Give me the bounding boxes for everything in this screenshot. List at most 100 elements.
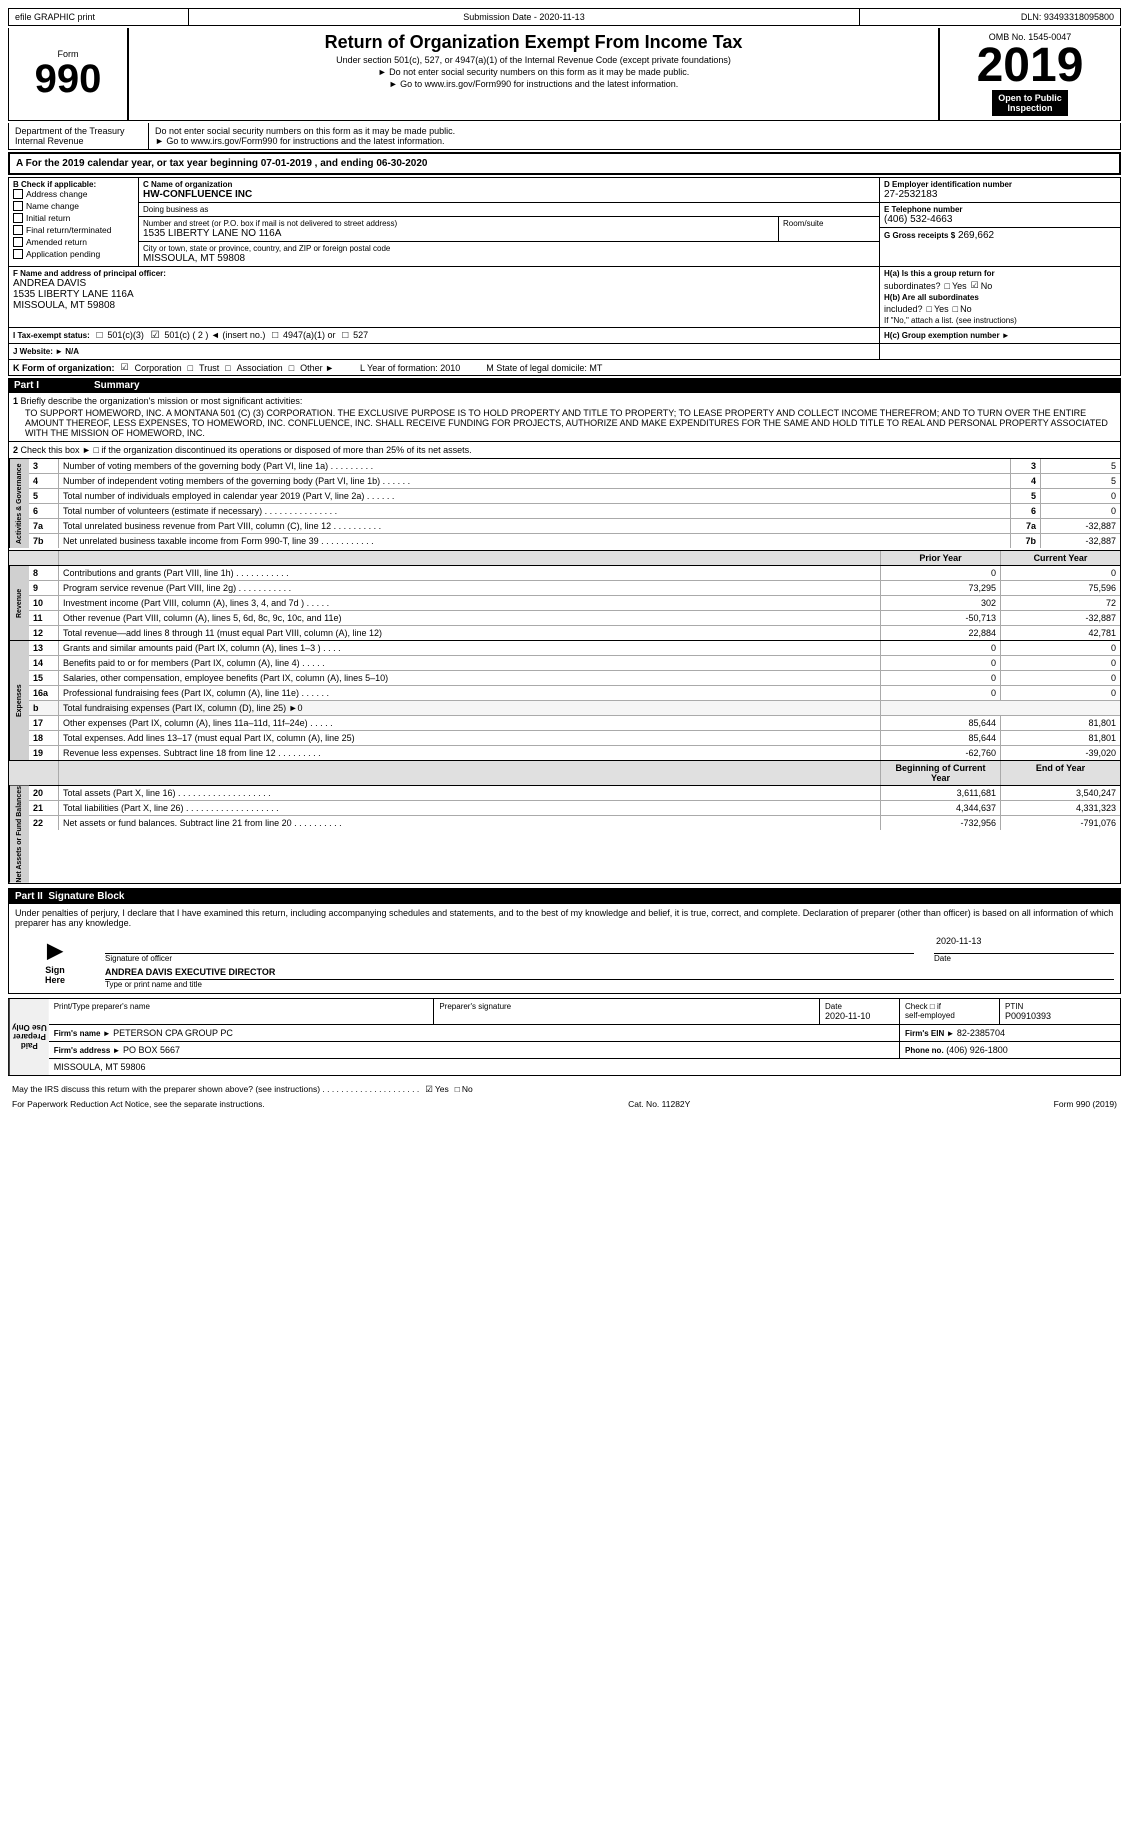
revenue-side-label: Revenue <box>9 566 29 640</box>
line16b-desc: Total fundraising expenses (Part IX, col… <box>59 701 880 715</box>
line12-prior: 22,884 <box>880 626 1000 640</box>
line5-desc: Total number of individuals employed in … <box>59 489 1010 503</box>
line20-desc: Total assets (Part X, line 16) . . . . .… <box>59 786 880 800</box>
line7a-desc: Total unrelated business revenue from Pa… <box>59 519 1010 533</box>
form-number-box: Form 990 <box>9 28 129 120</box>
final-return-check[interactable]: Final return/terminated <box>13 225 134 235</box>
amended-return-check[interactable]: Amended return <box>13 237 134 247</box>
line4-num: 4 <box>29 474 59 488</box>
col-end-header: End of Year <box>1000 761 1120 785</box>
dept-center: Do not enter social security numbers on … <box>149 123 1120 149</box>
street-label: Number and street (or P.O. box if mail i… <box>143 219 774 228</box>
line7a-val: -32,887 <box>1040 519 1120 533</box>
line22-begin: -732,956 <box>880 816 1000 830</box>
sig-line-label: Signature of officer <box>105 954 914 963</box>
dept-label: Department of the Treasury Internal Reve… <box>9 123 149 149</box>
line22-desc: Net assets or fund balances. Subtract li… <box>59 816 880 830</box>
line20-end: 3,540,247 <box>1000 786 1120 800</box>
line11-desc: Other revenue (Part VIII, column (A), li… <box>59 611 880 625</box>
officer-name: ANDREA DAVIS <box>13 278 875 289</box>
dln-label: DLN: 93493318095800 <box>860 9 1120 25</box>
part1-header: Part I Summary <box>8 378 1121 393</box>
main-title: Return of Organization Exempt From Incom… <box>137 32 930 53</box>
application-pending-label: Application pending <box>26 249 100 259</box>
line7a-label: 7a <box>1010 519 1040 533</box>
line6-desc: Total number of volunteers (estimate if … <box>59 504 1010 518</box>
line13-num: 13 <box>29 641 59 655</box>
line3-label: 3 <box>1010 459 1040 473</box>
c-label: C Name of organization <box>143 180 875 189</box>
line9-prior: 73,295 <box>880 581 1000 595</box>
line16b-num: b <box>29 701 59 715</box>
line8-current: 0 <box>1000 566 1120 580</box>
address-change-check[interactable]: Address change <box>13 189 134 199</box>
line4-label: 4 <box>1010 474 1040 488</box>
initial-return-check[interactable]: Initial return <box>13 213 134 223</box>
application-pending-checkbox[interactable] <box>13 249 23 259</box>
i-4947: 4947(a)(1) or <box>283 330 336 340</box>
subtitle3: ► Go to www.irs.gov/Form990 for instruct… <box>137 79 930 89</box>
ha-label: H(a) Is this a group return for <box>884 269 995 278</box>
address-change-checkbox[interactable] <box>13 189 23 199</box>
final-return-checkbox[interactable] <box>13 225 23 235</box>
hb-no: No <box>960 304 972 314</box>
initial-return-checkbox[interactable] <box>13 213 23 223</box>
gross-receipts: 269,662 <box>958 230 994 241</box>
amended-return-checkbox[interactable] <box>13 237 23 247</box>
street-value: 1535 LIBERTY LANE NO 116A <box>143 228 774 239</box>
line20-begin: 3,611,681 <box>880 786 1000 800</box>
initial-return-label: Initial return <box>26 213 70 223</box>
officer-street: 1535 LIBERTY LANE 116A <box>13 289 875 300</box>
line16a-prior: 0 <box>880 686 1000 700</box>
col-current-header: Current Year <box>1000 551 1120 565</box>
line21-begin: 4,344,637 <box>880 801 1000 815</box>
sign-here-label: ▶ Sign Here <box>15 934 95 989</box>
i-501c3: 501(c)(3) <box>107 330 144 340</box>
line1-num: 1 <box>13 396 18 406</box>
line13-current: 0 <box>1000 641 1120 655</box>
i-label: I Tax-exempt status: <box>13 331 90 340</box>
firm-ein-cell: Firm's EIN ► 82-2385704 <box>900 1025 1120 1041</box>
perjury-text: Under penalties of perjury, I declare th… <box>15 908 1114 928</box>
application-pending-check[interactable]: Application pending <box>13 249 134 259</box>
line5-val: 0 <box>1040 489 1120 503</box>
line19-num: 19 <box>29 746 59 760</box>
part2-header: Part II Signature Block <box>9 889 1120 904</box>
preparer-date-value: 2020-11-10 <box>825 1011 894 1021</box>
amended-return-label: Amended return <box>26 237 87 247</box>
check-cell: Check □ if self-employed <box>900 999 1000 1024</box>
ptin-cell: PTIN P00910393 <box>1000 999 1120 1024</box>
name-change-check[interactable]: Name change <box>13 201 134 211</box>
line14-prior: 0 <box>880 656 1000 670</box>
signature-line[interactable] <box>105 934 914 954</box>
line13-prior: 0 <box>880 641 1000 655</box>
form-990-footer: Form 990 (2019) <box>1054 1099 1117 1109</box>
omb-box: OMB No. 1545-0047 2019 Open to Public In… <box>940 28 1120 120</box>
line15-num: 15 <box>29 671 59 685</box>
footer-yes-label: Yes <box>435 1084 449 1094</box>
line16a-desc: Professional fundraising fees (Part IX, … <box>59 686 880 700</box>
line4-val: 5 <box>1040 474 1120 488</box>
line19-prior: -62,760 <box>880 746 1000 760</box>
activities-governance-label: Activities & Governance <box>9 459 29 548</box>
line3-val: 5 <box>1040 459 1120 473</box>
officer-name-title: ANDREA DAVIS EXECUTIVE DIRECTOR <box>105 967 1114 980</box>
sig-date-label: Date <box>934 954 1114 963</box>
firm-city-cell: MISSOULA, MT 59806 <box>49 1059 1120 1075</box>
col-prior-header: Prior Year <box>880 551 1000 565</box>
firm-city-value: MISSOULA, MT 59806 <box>54 1062 146 1072</box>
line22-end: -791,076 <box>1000 816 1120 830</box>
name-change-checkbox[interactable] <box>13 201 23 211</box>
line17-current: 81,801 <box>1000 716 1120 730</box>
line3-desc: Number of voting members of the governin… <box>59 459 1010 473</box>
date-cell: Date 2020-11-10 <box>820 999 900 1024</box>
line22-num: 22 <box>29 816 59 830</box>
line9-num: 9 <box>29 581 59 595</box>
l-label: L Year of formation: 2010 <box>360 363 460 373</box>
line10-desc: Investment income (Part VIII, column (A)… <box>59 596 880 610</box>
year-2019: 2019 <box>977 42 1084 90</box>
line20-num: 20 <box>29 786 59 800</box>
line15-current: 0 <box>1000 671 1120 685</box>
line8-desc: Contributions and grants (Part VIII, lin… <box>59 566 880 580</box>
line6-label: 6 <box>1010 504 1040 518</box>
